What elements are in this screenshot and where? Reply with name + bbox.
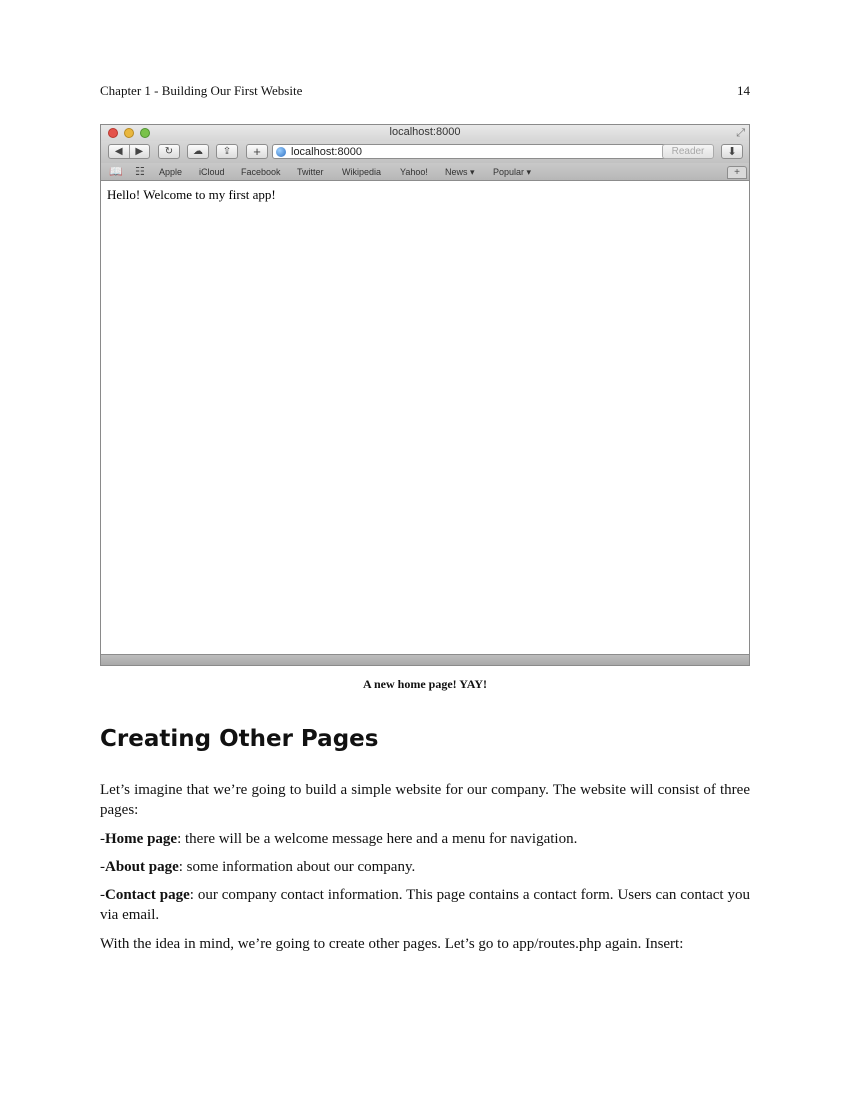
address-bar[interactable]: localhost:8000 ↻ <box>272 144 686 159</box>
bookmark-wikipedia[interactable]: Wikipedia <box>342 167 381 177</box>
reading-list-icon[interactable]: 📖 <box>109 165 123 178</box>
item-text: : our company contact information. This … <box>100 887 750 923</box>
globe-icon <box>276 146 286 157</box>
address-url: localhost:8000 <box>291 145 362 158</box>
back-icon[interactable]: ◀ <box>109 146 129 157</box>
bookmark-popular-menu[interactable]: Popular ▾ <box>493 167 531 178</box>
window-title: localhost:8000 <box>389 126 461 138</box>
bookmarks-bar: 📖 ☷ Apple iCloud Facebook Twitter Wikipe… <box>101 163 749 181</box>
page-number: 14 <box>737 83 750 98</box>
intro-paragraph: Let’s imagine that we’re going to build … <box>100 782 750 818</box>
list-item-about-page: -About page: some information about our … <box>100 857 750 877</box>
history-icon[interactable]: ↻ <box>158 144 180 159</box>
running-header: Chapter 1 - Building Our First Website 1… <box>100 82 750 100</box>
forward-icon[interactable]: ▶ <box>129 146 149 157</box>
bookmark-twitter[interactable]: Twitter <box>297 167 324 177</box>
item-label: About page <box>105 859 179 875</box>
section-heading: Creating Other Pages <box>100 726 379 752</box>
figure-caption: A new home page! YAY! <box>362 677 487 691</box>
item-label: Contact page <box>105 887 190 903</box>
icloud-tabs-icon[interactable]: ☁ <box>187 144 209 159</box>
bookmark-icloud[interactable]: iCloud <box>199 167 225 177</box>
status-bar <box>101 654 749 665</box>
list-item-contact-page: -Contact page: our company contact infor… <box>100 885 750 925</box>
bookmark-apple[interactable]: Apple <box>159 167 182 177</box>
browser-viewport: Hello! Welcome to my first app! <box>101 181 749 655</box>
new-tab-icon[interactable]: + <box>727 166 747 179</box>
top-sites-icon[interactable]: ☷ <box>135 165 145 178</box>
item-label: Home page <box>105 831 178 847</box>
outro-paragraph: With the idea in mind, we’re going to cr… <box>100 936 684 952</box>
chapter-title: Chapter 1 - Building Our First Website <box>100 83 303 98</box>
add-bookmark-icon[interactable]: + <box>246 144 268 159</box>
bookmark-yahoo[interactable]: Yahoo! <box>400 167 428 177</box>
browser-screenshot: localhost:8000 ⤢ ◀ ▶ ↻ ☁ ⇪ + localhost:8… <box>100 124 750 666</box>
downloads-icon[interactable]: ⬇ <box>721 144 743 159</box>
item-text: : some information about our company. <box>178 859 416 875</box>
reader-button[interactable]: Reader <box>662 144 714 159</box>
window-titlebar: localhost:8000 ⤢ <box>101 125 749 141</box>
bookmark-news-menu[interactable]: News ▾ <box>445 167 475 178</box>
fullscreen-icon[interactable]: ⤢ <box>736 127 745 140</box>
browser-toolbar: ◀ ▶ ↻ ☁ ⇪ + localhost:8000 ↻ Reader ⬇ <box>101 141 749 163</box>
list-item-home-page: -Home page: there will be a welcome mess… <box>100 829 750 849</box>
bookmark-facebook[interactable]: Facebook <box>241 167 281 177</box>
back-forward-buttons: ◀ ▶ <box>108 144 150 159</box>
page-welcome-text: Hello! Welcome to my first app! <box>107 187 276 202</box>
share-icon[interactable]: ⇪ <box>216 144 238 159</box>
item-text: : there will be a welcome message here a… <box>177 831 578 847</box>
